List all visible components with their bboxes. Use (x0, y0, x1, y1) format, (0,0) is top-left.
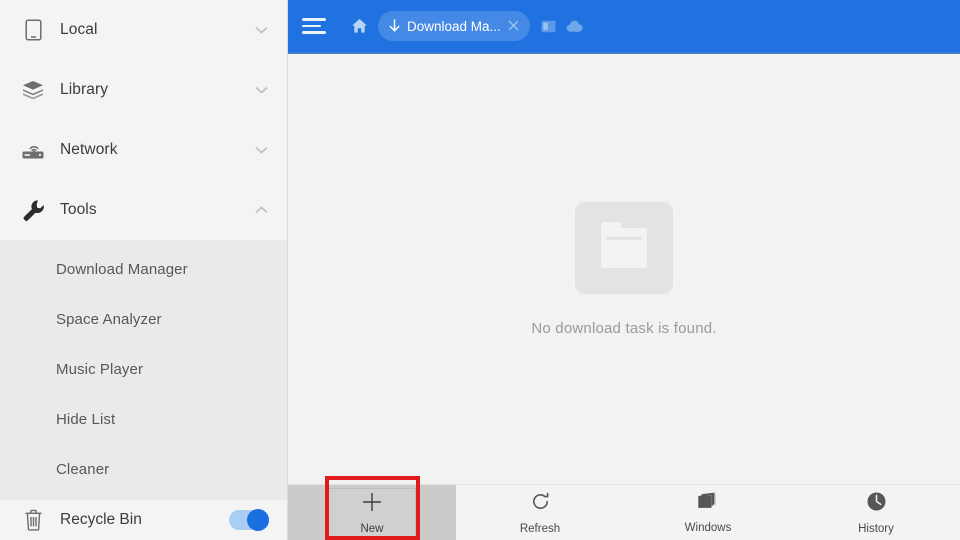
chevron-down-icon[interactable] (251, 146, 271, 154)
tab-download-manager[interactable]: Download Ma... (378, 11, 530, 41)
refresh-button[interactable]: Refresh (456, 485, 624, 540)
windows-stack-icon (697, 492, 719, 516)
chevron-down-icon[interactable] (251, 26, 271, 34)
sidebar-item-label: Tools (60, 201, 97, 218)
sidebar-item-label: Library (60, 81, 109, 98)
trash-icon (16, 509, 50, 531)
sidebar-item-tools[interactable]: Tools (0, 180, 287, 240)
top-bar: Download Ma... (288, 0, 960, 54)
chevron-down-icon[interactable] (251, 86, 271, 94)
content-area: No download task is found. (288, 54, 960, 540)
new-button-label: New (360, 522, 384, 535)
sidebar-item-network[interactable]: Network (0, 120, 287, 180)
sidebar-item-label: Network (60, 141, 118, 158)
sidebar-subitem-download-manager[interactable]: Download Manager (0, 244, 287, 294)
sidebar-subitem-music-player[interactable]: Music Player (0, 344, 287, 394)
cloud-icon[interactable] (562, 13, 588, 39)
phone-icon (16, 19, 50, 41)
sidebar-item-label: Recycle Bin (60, 511, 142, 528)
new-button[interactable]: New (328, 487, 416, 538)
history-button-label: History (858, 522, 894, 535)
sidebar-item-library[interactable]: Library (0, 60, 287, 120)
sidebar-subitem-space-analyzer[interactable]: Space Analyzer (0, 294, 287, 344)
hamburger-icon[interactable] (302, 11, 332, 41)
sidebar-item-recycle-bin[interactable]: Recycle Bin (0, 500, 287, 540)
plus-icon (361, 491, 383, 518)
windows-button-label: Windows (684, 521, 732, 534)
recycle-bin-toggle[interactable] (229, 509, 269, 531)
wrench-icon (16, 199, 50, 222)
refresh-button-label: Refresh (519, 522, 561, 535)
download-arrow-icon (388, 18, 401, 34)
clock-icon (866, 491, 887, 517)
app-root: Local Library Network Tools Download Man… (0, 0, 960, 540)
router-icon (16, 140, 50, 160)
empty-folder-icon (575, 201, 673, 294)
sidebar-subitem-cleaner[interactable]: Cleaner (0, 444, 287, 494)
tools-submenu: Download Manager Space Analyzer Music Pl… (0, 240, 287, 500)
empty-state-message: No download task is found. (531, 319, 717, 337)
sidebar-nav-group: Local Library Network Tools Download Man… (0, 0, 287, 500)
sidebar-subitem-hide-list[interactable]: Hide List (0, 394, 287, 444)
tab-title: Download Ma... (407, 18, 501, 34)
main-pane: Download Ma... No download task is found… (288, 0, 960, 540)
sidebar-item-local[interactable]: Local (0, 0, 287, 60)
sidebar: Local Library Network Tools Download Man… (0, 0, 288, 540)
home-icon[interactable] (346, 13, 372, 39)
refresh-icon (530, 491, 551, 517)
window-icon[interactable] (536, 13, 562, 39)
bottom-toolbar-left: New (288, 485, 456, 540)
layers-icon (16, 80, 50, 100)
bottom-toolbar: New Refresh Windows History (288, 484, 960, 540)
close-icon[interactable] (501, 18, 526, 35)
history-button[interactable]: History (792, 485, 960, 540)
bottom-toolbar-right: Refresh Windows History (456, 485, 960, 540)
sidebar-item-label: Local (60, 21, 98, 38)
chevron-up-icon[interactable] (251, 206, 271, 214)
windows-button[interactable]: Windows (624, 485, 792, 540)
